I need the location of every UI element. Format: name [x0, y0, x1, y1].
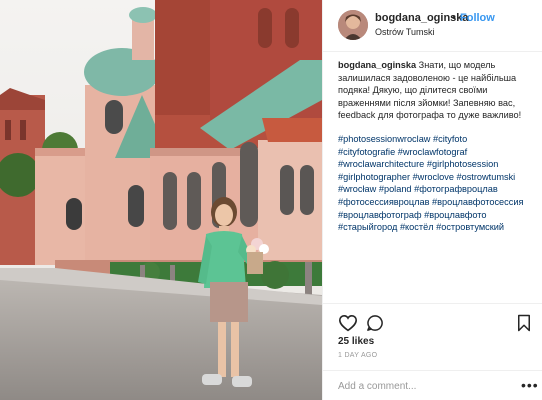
hashtag-line[interactable]: #wroclawarchitecture #girlphotosession: [338, 158, 542, 171]
more-options-icon[interactable]: •••: [521, 377, 539, 393]
hashtag-line[interactable]: #girlphotographer #wroclove #ostrowtumsk…: [338, 171, 542, 184]
caption-username[interactable]: bogdana_oginska: [338, 60, 416, 70]
post-timestamp: 1 DAY AGO: [338, 352, 378, 359]
caption-line: Знати, що модель: [416, 60, 496, 70]
speech-bubble-icon[interactable]: [366, 314, 384, 337]
likes-count[interactable]: 25 likes: [338, 336, 374, 347]
post-detail-panel: bogdana_oginska • Follow Ostrów Tumski b…: [322, 0, 542, 400]
hashtag-list: #photosessionwroclaw #cityfoto #cityfoto…: [338, 133, 542, 234]
heart-outline-icon[interactable]: [338, 314, 358, 337]
comment-bar: •••: [323, 370, 542, 400]
hashtag-line[interactable]: #старыйгород #костёл #островтумский: [338, 221, 542, 234]
comment-input[interactable]: [338, 377, 508, 395]
post-location[interactable]: Ostrów Tumski: [375, 27, 435, 37]
post-header: bogdana_oginska • Follow Ostrów Tumski: [323, 0, 542, 52]
post-photo[interactable]: [0, 0, 322, 400]
separator-dot: •: [452, 12, 456, 24]
bookmark-icon[interactable]: [517, 314, 531, 337]
caption-line: залишилася задоволеною - це найбільша: [338, 72, 517, 83]
caption-line: враженнями після зйомки! Запевняю вас,: [338, 97, 516, 108]
follow-button[interactable]: Follow: [460, 12, 495, 24]
hashtag-line[interactable]: #wrocław #poland #фотографвроцлав: [338, 183, 542, 196]
hashtag-line[interactable]: #вроцлавфотограф #вроцлавфото: [338, 209, 542, 222]
hashtag-line[interactable]: #photosessionwroclaw #cityfoto: [338, 133, 542, 146]
post-caption: bogdana_oginska Знати, що модель залишил…: [338, 59, 538, 122]
hashtag-line[interactable]: #фотосессиявроцлав #вроцлавфотосессия: [338, 196, 542, 209]
hashtag-line[interactable]: #cityfotografie #wroclawfotograf: [338, 146, 542, 159]
avatar[interactable]: [338, 10, 368, 40]
caption-line: feedback для фотографа то дуже важливо!: [338, 110, 522, 121]
caption-line: подяка! Дякую, що ділитеся своїми: [338, 85, 488, 96]
